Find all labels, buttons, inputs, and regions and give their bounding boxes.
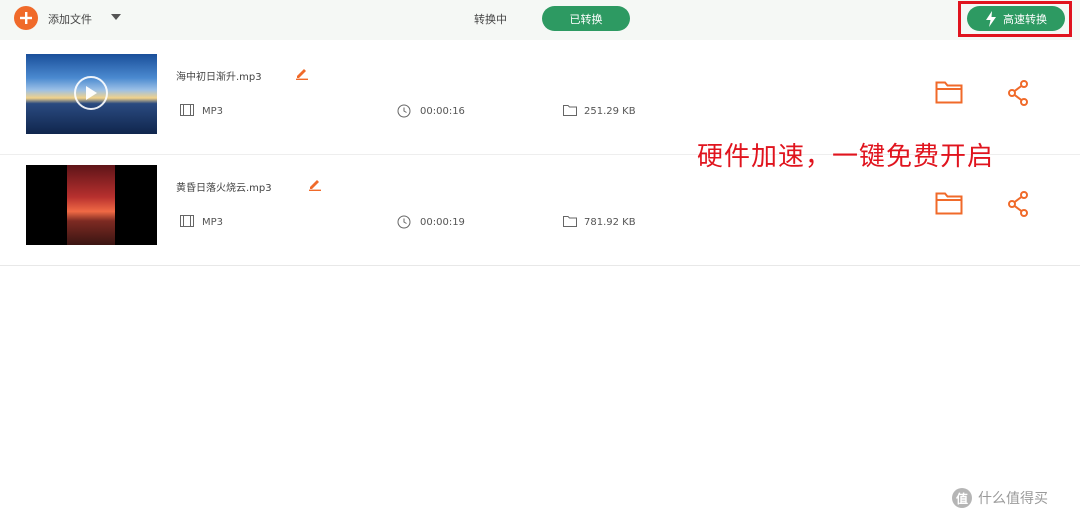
tab-converted-label: 已转换 bbox=[569, 12, 603, 26]
edit-icon[interactable] bbox=[295, 66, 309, 80]
file-duration: 00:00:19 bbox=[420, 217, 465, 228]
file-duration: 00:00:16 bbox=[420, 106, 465, 117]
video-thumbnail[interactable] bbox=[26, 165, 157, 245]
play-button[interactable] bbox=[74, 76, 108, 110]
promo-annotation: 硬件加速，一键免费开启 bbox=[697, 142, 995, 172]
file-format: MP3 bbox=[202, 106, 224, 117]
open-folder-icon[interactable] bbox=[935, 191, 963, 215]
add-files-button[interactable] bbox=[14, 6, 38, 30]
file-name: 海中初日渐升.mp3 bbox=[176, 72, 262, 83]
thumbnail-image bbox=[67, 165, 115, 245]
add-files-label[interactable]: 添加文件 bbox=[48, 11, 92, 27]
file-size: 251.29 KB bbox=[584, 106, 636, 117]
folder-small-icon bbox=[563, 105, 577, 116]
file-size: 781.92 KB bbox=[584, 217, 636, 228]
tab-converting[interactable]: 转换中 bbox=[474, 11, 507, 27]
highlight-box bbox=[958, 1, 1072, 37]
watermark-logo: 值 bbox=[952, 488, 972, 508]
open-folder-icon[interactable] bbox=[935, 80, 963, 104]
edit-icon[interactable] bbox=[308, 177, 322, 191]
watermark-text: 什么值得买 bbox=[978, 491, 1048, 507]
share-icon[interactable] bbox=[1006, 80, 1030, 106]
tab-converted[interactable]: 已转换 bbox=[542, 6, 630, 31]
folder-small-icon bbox=[563, 216, 577, 227]
film-icon bbox=[180, 104, 194, 116]
video-thumbnail[interactable] bbox=[26, 54, 157, 134]
film-icon bbox=[180, 215, 194, 227]
watermark: 值 什么值得买 bbox=[952, 488, 1048, 508]
top-toolbar: 添加文件 转换中 已转换 高速转换 bbox=[0, 0, 1080, 40]
play-icon bbox=[86, 86, 97, 100]
share-icon[interactable] bbox=[1006, 191, 1030, 217]
plus-icon bbox=[20, 12, 32, 24]
file-format: MP3 bbox=[202, 217, 224, 228]
chevron-down-icon[interactable] bbox=[111, 13, 121, 21]
clock-icon bbox=[397, 104, 411, 118]
file-name: 黄昏日落火烧云.mp3 bbox=[176, 183, 272, 194]
converter-app: 添加文件 转换中 已转换 高速转换 海中初日渐升.mp3 MP3 00:00:1… bbox=[0, 0, 1080, 521]
clock-icon bbox=[397, 215, 411, 229]
